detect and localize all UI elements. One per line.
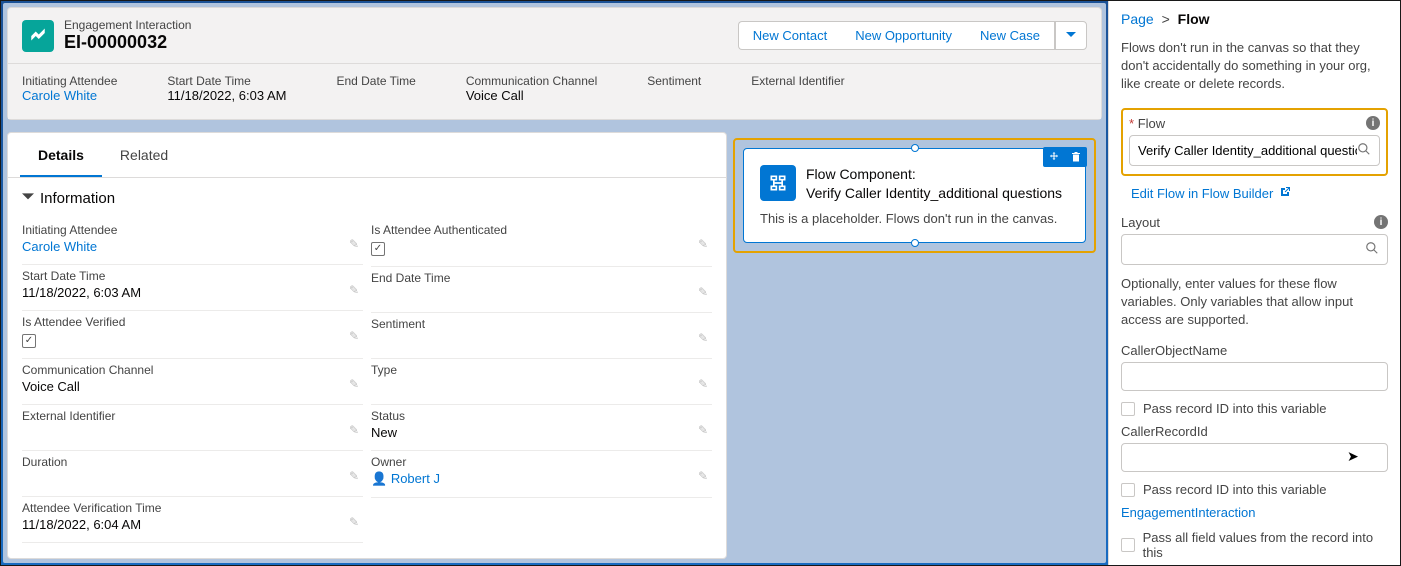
chevron-down-icon[interactable] [22, 190, 34, 207]
flow-lookup-wrapper: * Flow i [1121, 108, 1388, 176]
d-sentiment-label: Sentiment [371, 317, 712, 331]
d-owner-link[interactable]: Robert J [391, 471, 440, 486]
d-init-attendee-link[interactable]: Carole White [22, 239, 97, 254]
panel-help-text: Flows don't run in the canvas so that th… [1121, 39, 1388, 94]
hl-channel-value: Voice Call [466, 88, 597, 103]
info-icon[interactable]: i [1366, 116, 1380, 130]
hl-ext-label: External Identifier [751, 74, 844, 88]
d-start-label: Start Date Time [22, 269, 363, 283]
selection-handle[interactable] [911, 144, 919, 152]
hl-initiating-attendee-label: Initiating Attendee [22, 74, 117, 88]
owner-avatar-icon: 👤 [371, 471, 387, 486]
new-case-button[interactable]: New Case [966, 21, 1055, 50]
breadcrumb-current: Flow [1178, 11, 1210, 27]
pencil-icon[interactable]: ✎ [698, 331, 708, 345]
d-start-value: 11/18/2022, 6:03 AM [22, 285, 363, 300]
checked-checkbox-icon: ✓ [371, 242, 385, 256]
search-icon[interactable] [1357, 142, 1371, 159]
vars-help-text: Optionally, enter values for these flow … [1121, 275, 1388, 330]
flow-component-card[interactable]: Flow Component: Verify Caller Identity_a… [743, 148, 1086, 243]
delete-icon[interactable] [1065, 147, 1087, 167]
pencil-icon[interactable]: ✎ [698, 423, 708, 437]
record-header: Engagement Interaction EI-00000032 New C… [7, 7, 1102, 120]
d-channel-value: Voice Call [22, 379, 363, 394]
d-verified-label: Is Attendee Verified [22, 315, 363, 329]
new-contact-button[interactable]: New Contact [738, 21, 841, 50]
hl-start-value: 11/18/2022, 6:03 AM [167, 88, 286, 103]
d-auth-label: Is Attendee Authenticated [371, 223, 712, 237]
pencil-icon[interactable]: ✎ [349, 377, 359, 391]
properties-panel: Page > Flow Flows don't run in the canva… [1108, 1, 1400, 565]
d-status-value: New [371, 425, 712, 440]
record-title: EI-00000032 [64, 32, 191, 53]
edit-flow-link[interactable]: Edit Flow in Flow Builder [1131, 186, 1388, 201]
var2-label: CallerRecordId [1121, 424, 1208, 439]
d-verif-time-value: 11/18/2022, 6:04 AM [22, 517, 363, 532]
var2-input[interactable] [1130, 450, 1379, 465]
tab-related[interactable]: Related [102, 133, 186, 177]
engagement-interaction-icon [22, 20, 54, 52]
info-icon[interactable]: i [1374, 215, 1388, 229]
d-channel-label: Communication Channel [22, 363, 363, 377]
external-link-icon [1279, 186, 1291, 201]
pencil-icon[interactable]: ✎ [349, 515, 359, 529]
pass-all-label: Pass all field values from the record in… [1143, 530, 1388, 560]
layout-field-label: Layout [1121, 215, 1160, 230]
pencil-icon[interactable]: ✎ [698, 285, 708, 299]
pencil-icon[interactable]: ✎ [349, 283, 359, 297]
pencil-icon[interactable]: ✎ [698, 377, 708, 391]
pencil-icon[interactable]: ✎ [698, 237, 708, 251]
hl-channel-label: Communication Channel [466, 74, 597, 88]
move-icon[interactable] [1043, 147, 1065, 167]
d-end-label: End Date Time [371, 271, 712, 285]
new-opportunity-button[interactable]: New Opportunity [841, 21, 966, 50]
breadcrumb: Page > Flow [1121, 11, 1388, 27]
flow-field-label: Flow [1138, 116, 1165, 131]
d-status-label: Status [371, 409, 712, 423]
pencil-icon[interactable]: ✎ [698, 469, 708, 483]
pencil-icon[interactable]: ✎ [349, 329, 359, 343]
pencil-icon[interactable]: ✎ [349, 469, 359, 483]
action-buttons: New Contact New Opportunity New Case [738, 21, 1087, 50]
d-duration-label: Duration [22, 455, 363, 469]
chevron-right-icon: > [1162, 11, 1170, 27]
hl-sentiment-label: Sentiment [647, 74, 701, 88]
details-card: Details Related Information Initiating A… [7, 132, 727, 559]
tab-details[interactable]: Details [20, 133, 102, 177]
d-owner-label: Owner [371, 455, 712, 469]
pass-record-label-1: Pass record ID into this variable [1143, 401, 1327, 416]
hl-initiating-attendee-link[interactable]: Carole White [22, 88, 97, 103]
breadcrumb-page[interactable]: Page [1121, 11, 1154, 27]
pencil-icon[interactable]: ✎ [349, 237, 359, 251]
flow-lookup-input[interactable] [1138, 143, 1357, 158]
flow-component-title-2: Verify Caller Identity_additional questi… [806, 184, 1062, 203]
d-init-attendee-label: Initiating Attendee [22, 223, 363, 237]
more-actions-button[interactable] [1055, 21, 1087, 50]
pass-record-checkbox-2[interactable] [1121, 483, 1135, 497]
pass-record-checkbox-1[interactable] [1121, 402, 1135, 416]
checked-checkbox-icon: ✓ [22, 334, 36, 348]
hl-end-label: End Date Time [336, 74, 415, 88]
d-ext-label: External Identifier [22, 409, 363, 423]
search-icon[interactable] [1365, 241, 1379, 258]
pencil-icon[interactable]: ✎ [349, 423, 359, 437]
section-information: Information [40, 190, 115, 207]
layout-input[interactable] [1130, 242, 1365, 257]
flow-component-title-1: Flow Component: [806, 165, 1062, 184]
selection-handle[interactable] [911, 239, 919, 247]
hl-start-label: Start Date Time [167, 74, 286, 88]
d-verif-time-label: Attendee Verification Time [22, 501, 363, 515]
flow-component-placeholder: This is a placeholder. Flows don't run i… [760, 211, 1069, 226]
pass-record-label-2: Pass record ID into this variable [1143, 482, 1327, 497]
d-type-label: Type [371, 363, 712, 377]
flow-component-selection: Flow Component: Verify Caller Identity_a… [733, 138, 1096, 253]
var1-input[interactable] [1130, 369, 1379, 384]
pass-all-checkbox[interactable] [1121, 538, 1135, 552]
flow-icon [760, 165, 796, 201]
var1-label: CallerObjectName [1121, 343, 1227, 358]
record-subtitle: Engagement Interaction [64, 18, 191, 32]
engagement-interaction-link[interactable]: EngagementInteraction [1121, 505, 1388, 520]
